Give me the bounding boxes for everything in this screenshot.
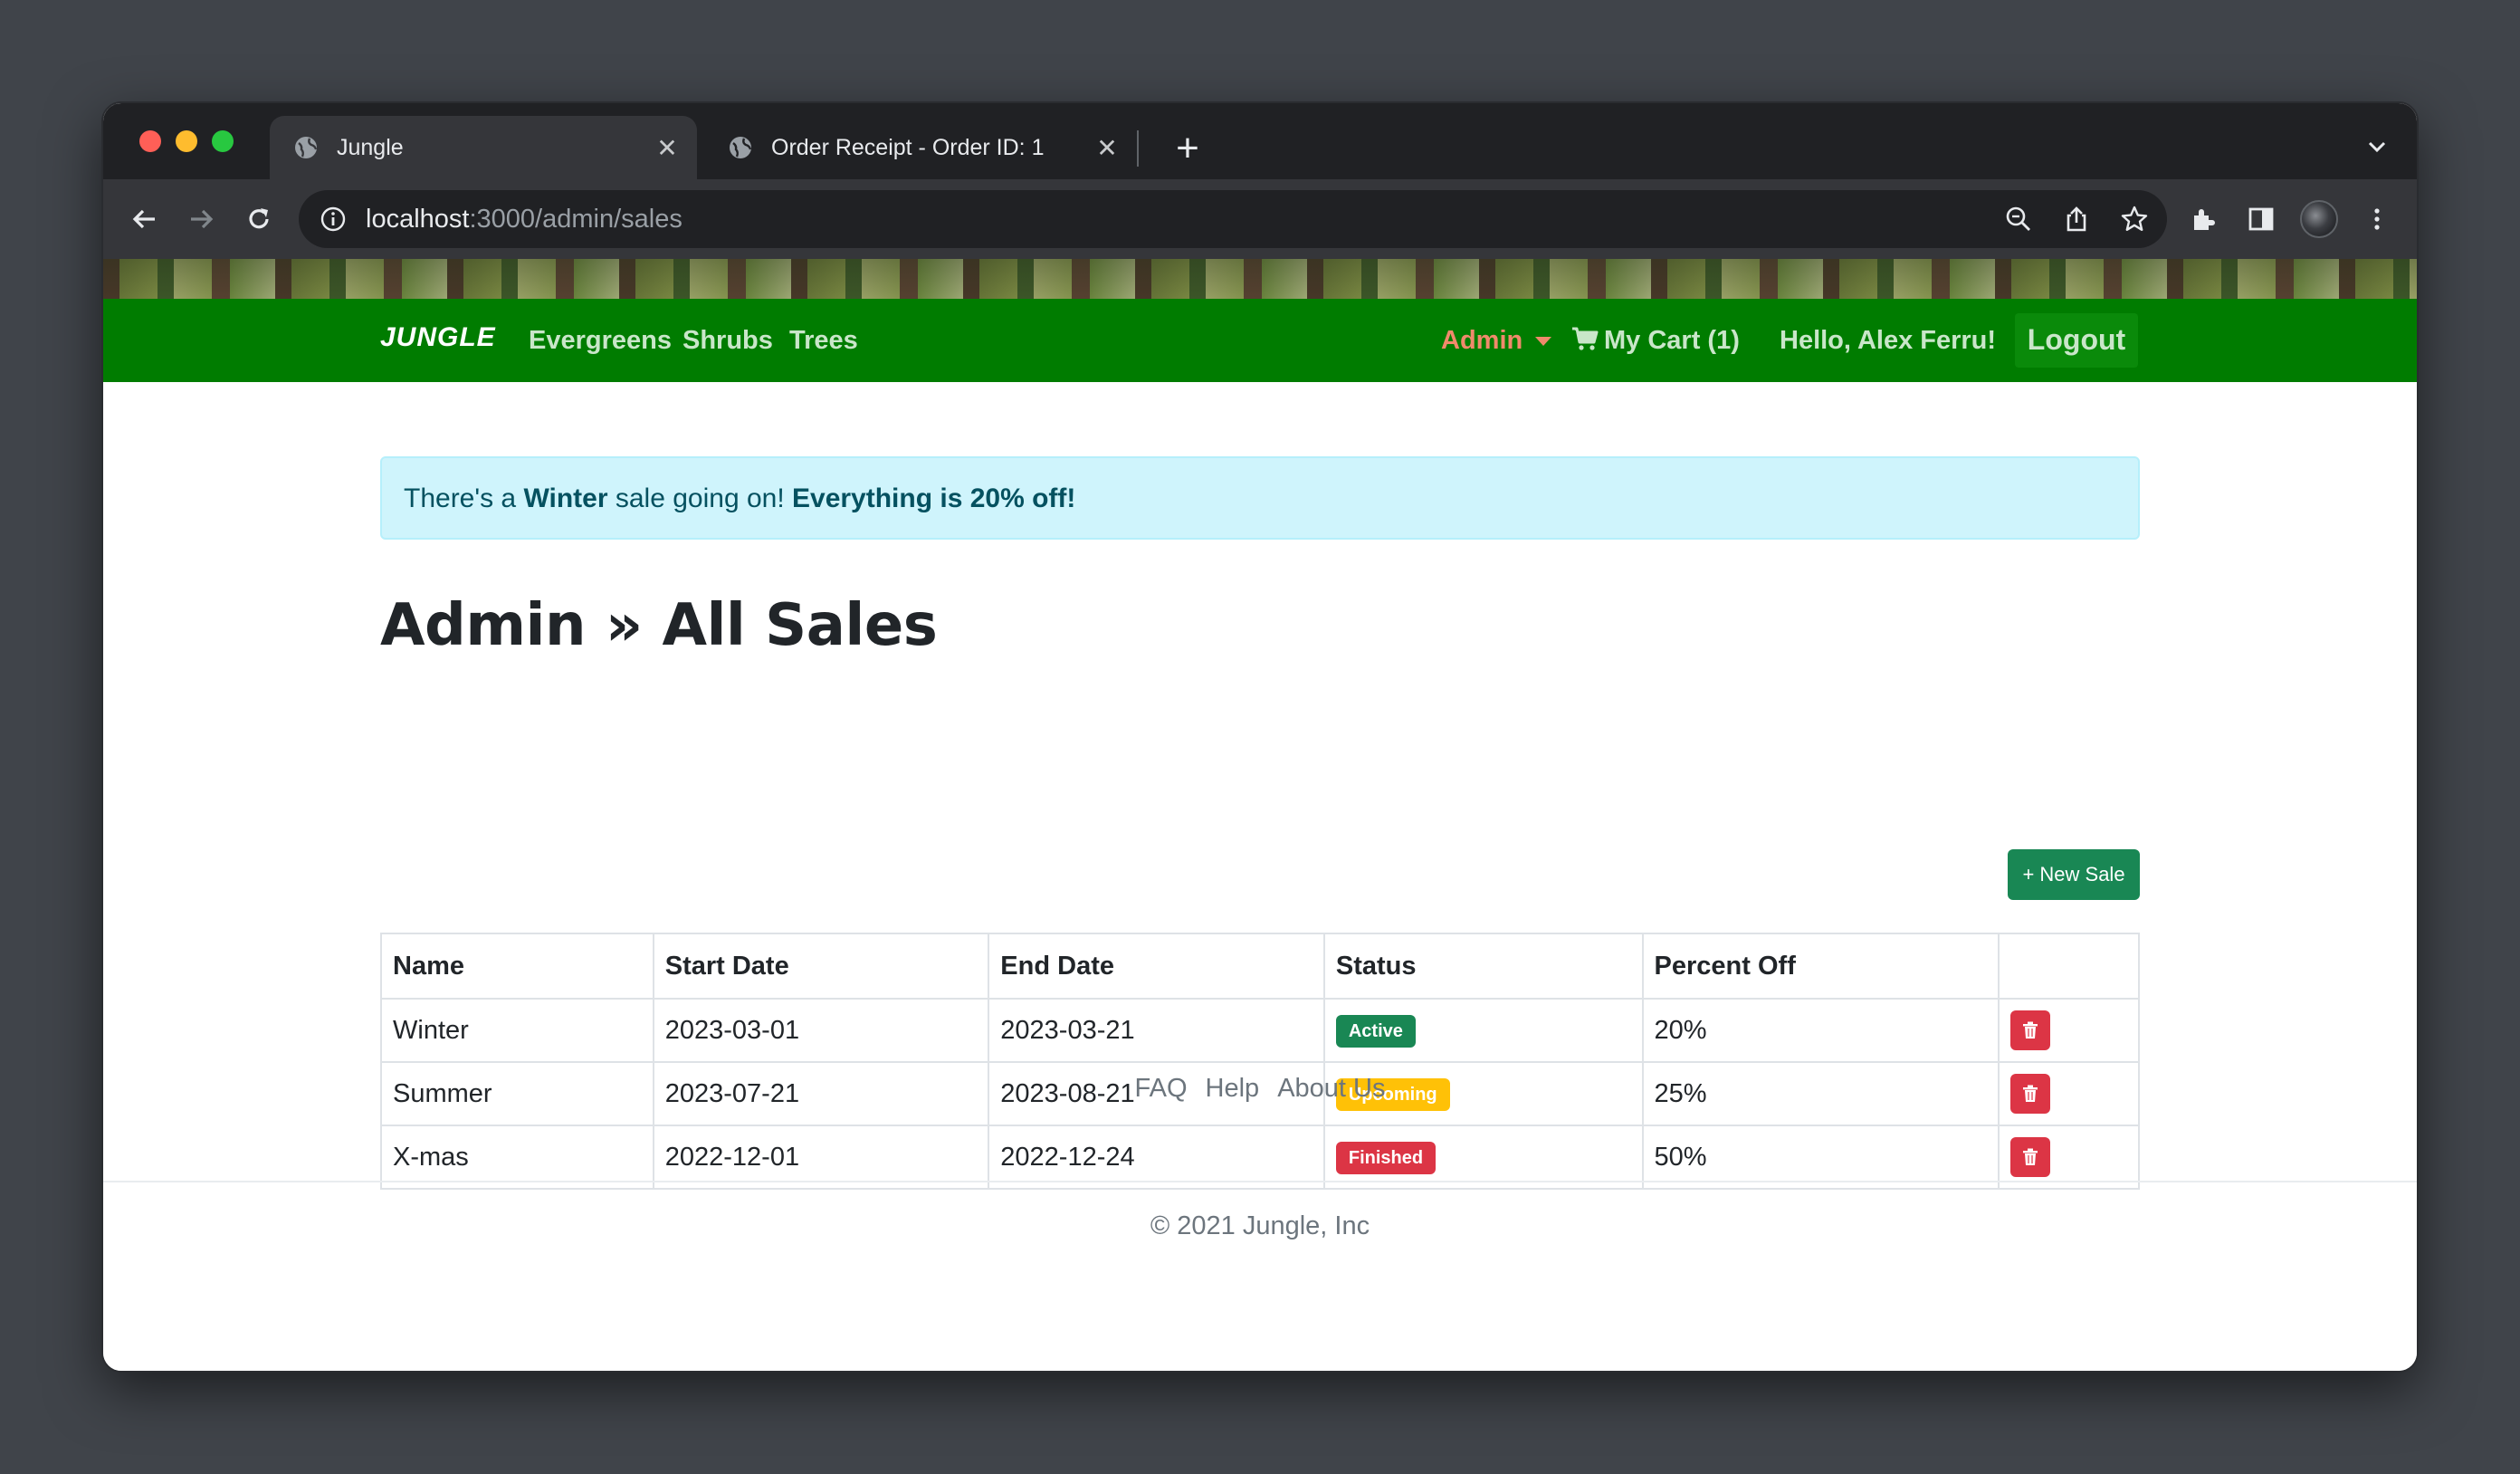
zoom-window-button[interactable] <box>212 130 234 152</box>
zoom-icon[interactable] <box>1999 199 2038 239</box>
page-title: Admin » All Sales <box>380 592 938 659</box>
tab-separator <box>1137 130 1139 167</box>
cart-link[interactable]: My Cart (1) <box>1571 326 1740 359</box>
column-header-status: Status <box>1322 933 1644 1000</box>
nav-link-shrubs[interactable]: Shrubs <box>682 326 773 356</box>
footer-link-about-us[interactable]: About Us <box>1277 1074 1385 1103</box>
close-window-button[interactable] <box>139 130 161 152</box>
alert-sale-name: Winter <box>523 483 608 513</box>
column-header-name: Name <box>380 933 654 1000</box>
footer-link-help[interactable]: Help <box>1206 1074 1260 1103</box>
logout-button[interactable]: Logout <box>2015 313 2138 368</box>
delete-sale-button[interactable] <box>2010 1010 2051 1050</box>
footer-divider <box>103 1181 2417 1182</box>
column-header-percent-off: Percent Off <box>1641 933 2000 1000</box>
browser-window: Jungle ✕ Order Receipt - Order ID: 1 ✕ + <box>101 101 2419 1373</box>
new-sale-button[interactable]: + New Sale <box>2008 849 2140 900</box>
table-header-row: Name Start Date End Date Status Percent … <box>380 933 2140 1000</box>
nav-link-evergreens[interactable]: Evergreens <box>529 326 672 356</box>
column-header-end-date: End Date <box>988 933 1325 1000</box>
star-icon[interactable] <box>2114 199 2154 239</box>
more-icon[interactable] <box>2355 197 2399 241</box>
alert-middle: sale going on! <box>607 483 792 513</box>
avatar <box>2300 200 2338 238</box>
user-greeting: Hello, Alex Ferru! <box>1780 326 1997 355</box>
footer-link-faq[interactable]: FAQ <box>1135 1074 1188 1103</box>
tab-order-receipt[interactable]: Order Receipt - Order ID: 1 ✕ <box>704 116 1137 179</box>
delete-sale-button[interactable] <box>2010 1137 2051 1177</box>
table-row: Winter 2023-03-01 2023-03-21 Active 20% <box>380 998 2140 1063</box>
sale-name: X-mas <box>380 1125 654 1190</box>
minimize-window-button[interactable] <box>176 130 197 152</box>
close-icon[interactable]: ✕ <box>1093 133 1121 163</box>
close-icon[interactable]: ✕ <box>654 133 681 163</box>
caret-down-icon <box>1535 337 1552 347</box>
copyright-text: © 2021 Jungle, Inc <box>1150 1211 1370 1240</box>
extensions-icon[interactable] <box>2181 197 2225 241</box>
site-navbar: JUNGLE Evergreens Shrubs Trees Admin My … <box>103 299 2417 382</box>
status-badge: Finished <box>1335 1141 1437 1174</box>
address-bar[interactable]: localhost:3000/admin/sales <box>299 190 2167 248</box>
sale-status-cell: Active <box>1322 998 1644 1063</box>
sale-status-cell: Finished <box>1322 1125 1644 1190</box>
sale-start-date: 2023-03-01 <box>652 998 990 1063</box>
tab-title: Jungle <box>337 134 404 160</box>
reload-icon[interactable] <box>237 197 281 241</box>
tab-jungle[interactable]: Jungle ✕ <box>270 116 697 179</box>
forest-banner-image <box>103 259 2417 299</box>
cart-icon <box>1571 326 1599 359</box>
share-icon[interactable] <box>2057 199 2096 239</box>
footer-links: FAQ Help About Us <box>103 1074 2417 1104</box>
sale-end-date: 2023-03-21 <box>988 998 1325 1063</box>
alert-prefix: There's a <box>404 483 524 513</box>
admin-dropdown[interactable]: Admin <box>1441 326 1552 356</box>
sale-percent-off: 20% <box>1641 998 2000 1063</box>
plus-icon[interactable]: + <box>1162 123 1213 174</box>
trash-icon <box>2023 1148 2038 1165</box>
url-path: :3000/admin/sales <box>469 204 682 234</box>
sale-start-date: 2022-12-01 <box>652 1125 990 1190</box>
brand-logo[interactable]: JUNGLE <box>380 322 496 353</box>
info-icon[interactable] <box>319 205 348 234</box>
sale-actions-cell <box>1998 1125 2140 1190</box>
sale-alert: There's a Winter sale going on! Everythi… <box>380 456 2140 540</box>
url-host: localhost <box>366 204 470 234</box>
sale-end-date: 2022-12-24 <box>988 1125 1325 1190</box>
sale-percent-off: 50% <box>1641 1125 2000 1190</box>
sale-actions-cell <box>1998 998 2140 1063</box>
status-badge: Active <box>1335 1014 1416 1048</box>
profile-button[interactable] <box>2297 197 2341 241</box>
url-text[interactable]: localhost:3000/admin/sales <box>366 205 1981 234</box>
alert-emphasis: Everything is 20% off! <box>792 483 1076 513</box>
column-header-start-date: Start Date <box>652 933 990 1000</box>
chevron-down-icon[interactable] <box>2359 129 2395 165</box>
forward-arrow-icon[interactable] <box>179 197 223 241</box>
admin-label: Admin <box>1441 326 1523 355</box>
table-row: X-mas 2022-12-01 2022-12-24 Finished 50% <box>380 1125 2140 1190</box>
column-header-actions <box>1998 933 2140 1000</box>
tab-title: Order Receipt - Order ID: 1 <box>771 134 1045 160</box>
sale-name: Winter <box>380 998 654 1063</box>
back-arrow-icon[interactable] <box>123 197 167 241</box>
trash-icon <box>2023 1021 2038 1038</box>
cart-label: My Cart (1) <box>1604 326 1740 355</box>
browser-toolbar: localhost:3000/admin/sales <box>103 179 2417 260</box>
globe-icon <box>293 135 319 160</box>
side-panel-icon[interactable] <box>2239 197 2283 241</box>
sales-table: Name Start Date End Date Status Percent … <box>380 933 2140 1190</box>
page-viewport: JUNGLE Evergreens Shrubs Trees Admin My … <box>103 259 2417 1371</box>
tab-strip: Jungle ✕ Order Receipt - Order ID: 1 ✕ + <box>103 103 2417 179</box>
globe-icon <box>728 135 753 160</box>
nav-link-trees[interactable]: Trees <box>789 326 858 356</box>
